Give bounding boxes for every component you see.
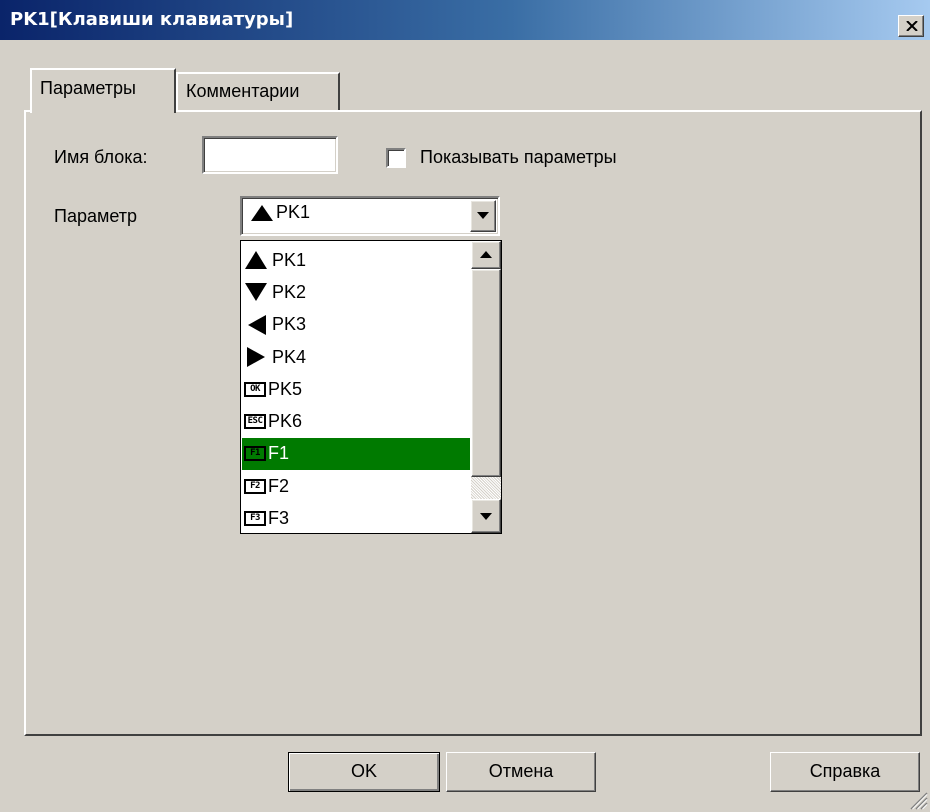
show-params-checkbox[interactable]: [386, 148, 406, 168]
dropdown-item-pk1[interactable]: PK1: [242, 244, 470, 276]
scrollbar-thumb[interactable]: [471, 269, 501, 477]
help-button[interactable]: Справка: [770, 752, 920, 792]
combobox-dropdown-button[interactable]: [470, 200, 496, 232]
param-combobox-value: PK1: [250, 202, 310, 223]
ok-button[interactable]: OK: [288, 752, 440, 792]
param-label: Параметр: [54, 206, 138, 226]
title-bar[interactable]: PK1[Клавиши клавиатуры]: [0, 0, 930, 40]
down-triangle-icon: [245, 283, 267, 302]
dropdown-item-label: PK1: [272, 249, 307, 270]
dropdown-item-f1[interactable]: F1 F1: [242, 437, 470, 471]
dropdown-item-label: PK3: [272, 314, 307, 335]
scroll-up-icon: [480, 251, 492, 258]
dropdown-item-label: PK5: [268, 378, 303, 399]
dropdown-item-label: F1: [268, 443, 290, 464]
resize-grip-icon[interactable]: [906, 788, 928, 810]
right-triangle-icon: [247, 347, 265, 368]
scroll-down-icon: [480, 513, 492, 520]
ok-key-icon: OK: [244, 381, 266, 397]
param-selected-text: PK1: [276, 202, 311, 222]
dropdown-item-f3[interactable]: F3 F3: [242, 502, 470, 533]
dropdown-item-label: PK6: [268, 411, 303, 432]
dropdown-item-label: F2: [268, 475, 290, 496]
close-button[interactable]: [898, 15, 924, 37]
param-dropdown-list[interactable]: PK1 PK2 PK3 PK4 OK PK5 ESC PK6 F1 F1 F2 …: [240, 240, 502, 534]
dropdown-item-label: F3: [268, 508, 290, 529]
dropdown-item-label: PK2: [272, 281, 307, 302]
f2-key-icon: F2: [244, 478, 266, 494]
window-title: PK1[Клавиши клавиатуры]: [10, 9, 294, 30]
f1-key-icon: F1: [244, 446, 266, 462]
param-combobox[interactable]: PK1: [240, 196, 500, 236]
dialog-window: PK1[Клавиши клавиатуры] Параметры Коммен…: [0, 0, 930, 812]
dropdown-scrollbar[interactable]: [471, 241, 501, 533]
tab-comments[interactable]: Комментарии: [176, 72, 340, 110]
scroll-up-button[interactable]: [471, 241, 501, 269]
esc-key-icon: ESC: [244, 414, 266, 430]
up-triangle-icon: [251, 204, 273, 221]
tab-parameters[interactable]: Параметры: [30, 68, 176, 113]
block-name-input[interactable]: [202, 136, 338, 174]
dropdown-item-pk5[interactable]: OK PK5: [242, 373, 470, 405]
dropdown-item-pk6[interactable]: ESC PK6: [242, 405, 470, 437]
dropdown-item-pk2[interactable]: PK2: [242, 276, 470, 308]
dropdown-item-pk4[interactable]: PK4: [242, 341, 470, 373]
block-name-label: Имя блока:: [54, 147, 148, 167]
dropdown-items: PK1 PK2 PK3 PK4 OK PK5 ESC PK6 F1 F1 F2 …: [242, 244, 470, 533]
chevron-down-icon: [477, 212, 489, 219]
show-params-label[interactable]: Показывать параметры: [420, 147, 617, 168]
tab-comments-label: Комментарии: [186, 81, 300, 101]
up-triangle-icon: [245, 251, 267, 270]
dropdown-item-pk3[interactable]: PK3: [242, 309, 470, 341]
dropdown-item-f2[interactable]: F2 F2: [242, 470, 470, 502]
close-icon: [906, 21, 918, 31]
f3-key-icon: F3: [244, 511, 266, 527]
dropdown-item-label: PK4: [272, 346, 307, 367]
scrollbar-track[interactable]: [471, 477, 501, 499]
tab-parameters-label: Параметры: [40, 78, 136, 98]
left-triangle-icon: [248, 314, 266, 335]
scroll-down-button[interactable]: [471, 499, 501, 533]
cancel-button[interactable]: Отмена: [446, 752, 596, 792]
